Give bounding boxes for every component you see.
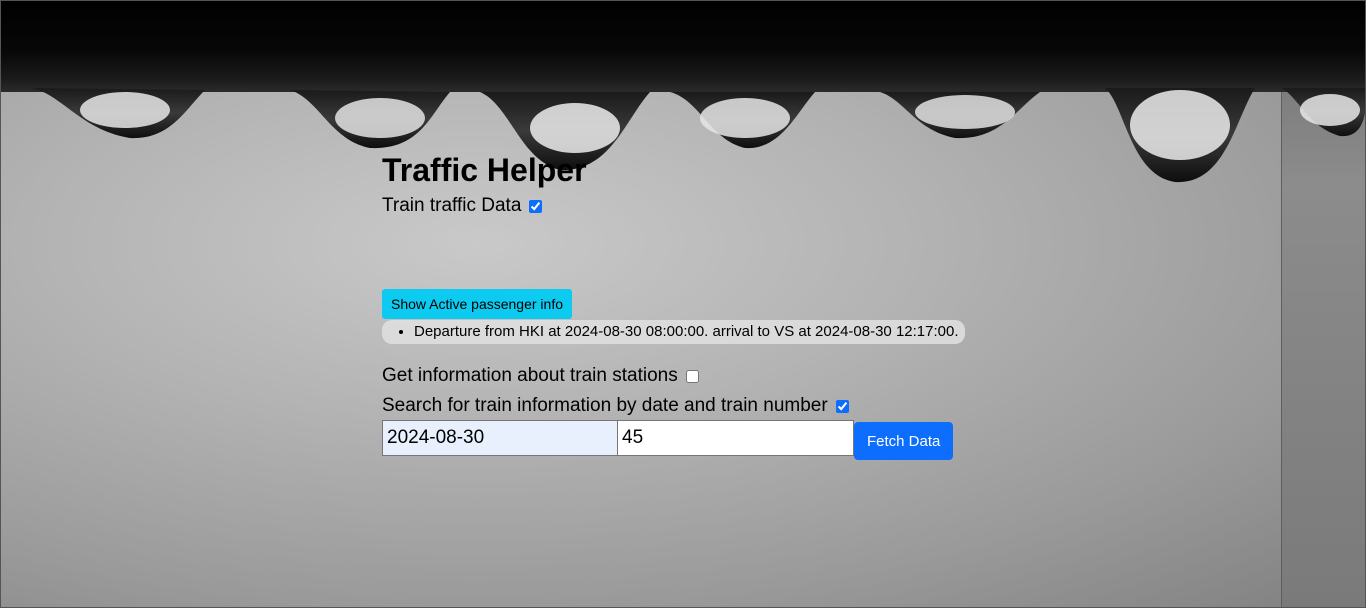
stations-checkbox[interactable]: [685, 369, 699, 383]
fetch-data-button[interactable]: Fetch Data: [854, 422, 954, 460]
passenger-info-list: Departure from HKI at 2024-08-30 08:00:0…: [382, 320, 965, 344]
show-passenger-info-button[interactable]: Show Active passenger info: [382, 289, 572, 319]
search-checkbox[interactable]: [835, 399, 849, 413]
train-traffic-toggle-row[interactable]: Train traffic Data: [382, 192, 1002, 220]
search-label: Search for train information by date and…: [382, 395, 828, 416]
search-toggle-row[interactable]: Search for train information by date and…: [382, 392, 849, 420]
stations-toggle-row[interactable]: Get information about train stations: [382, 362, 699, 390]
list-item: Departure from HKI at 2024-08-30 08:00:0…: [414, 322, 959, 342]
stations-label: Get information about train stations: [382, 365, 678, 386]
date-input[interactable]: [382, 420, 618, 456]
train-traffic-label: Train traffic Data: [382, 195, 522, 216]
train-traffic-checkbox[interactable]: [529, 199, 543, 213]
search-form: Fetch Data: [382, 420, 954, 460]
traffic-helper-panel: Traffic Helper Train traffic Data Show A…: [382, 148, 1002, 460]
page-title: Traffic Helper: [382, 152, 587, 188]
train-number-input[interactable]: [618, 420, 854, 456]
